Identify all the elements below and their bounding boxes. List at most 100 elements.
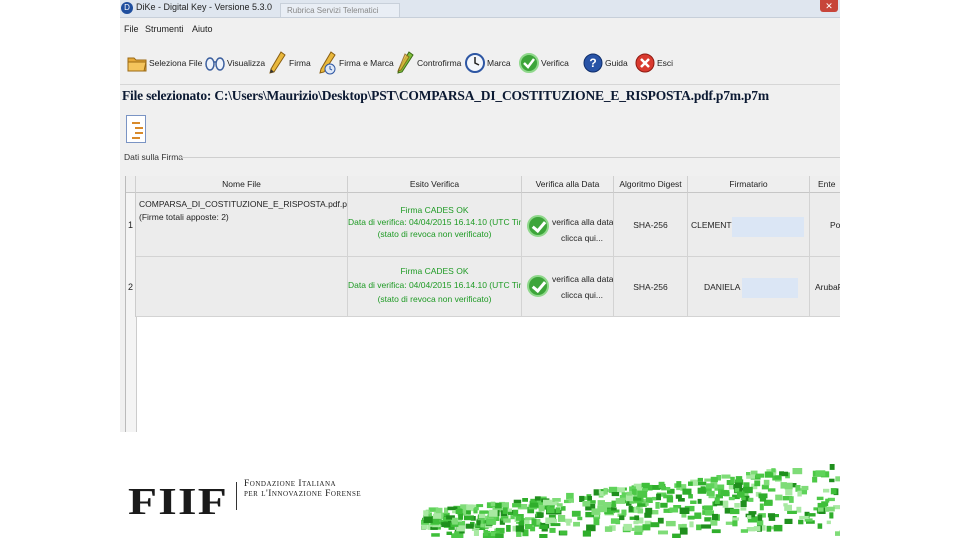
menu-file[interactable]: File	[124, 24, 139, 34]
mosaic-tile	[732, 520, 738, 527]
mosaic-tile	[710, 476, 718, 483]
mosaic-tile	[792, 468, 803, 475]
mosaic-tile	[476, 504, 484, 508]
esci-button[interactable]: Esci	[634, 48, 673, 78]
background-window-tab[interactable]: Rubrica Servizi Telematici	[280, 3, 400, 17]
guida-label: Guida	[605, 58, 628, 68]
header-esito-verifica[interactable]: Esito Verifica	[348, 176, 522, 193]
mosaic-tile	[652, 496, 657, 501]
guida-button[interactable]: ? Guida	[582, 48, 628, 78]
mosaic-tile	[666, 496, 674, 503]
footer-banner: FIIF Fondazione Italiana per l'Innovazio…	[120, 462, 840, 540]
header-nome-file[interactable]: Nome File	[136, 176, 348, 193]
verifica-link[interactable]: clicca qui...	[552, 230, 612, 246]
firma-button[interactable]: Firma	[266, 48, 311, 78]
mosaic-tile	[486, 518, 496, 525]
mosaic-tile	[631, 488, 637, 495]
mosaic-tile	[661, 486, 666, 490]
mosaic-tile	[823, 488, 830, 493]
mosaic-tile	[634, 515, 640, 521]
verifica-button[interactable]: Verifica	[518, 48, 569, 78]
menu-aiuto[interactable]: Aiuto	[192, 24, 213, 34]
header-firmatario[interactable]: Firmatario	[688, 176, 810, 193]
table-cell-firmatario[interactable]: CLEMENTE	[688, 193, 810, 257]
mosaic-tile	[513, 509, 519, 516]
mosaic-tile	[676, 481, 682, 488]
table-cell-verifica-alla-data[interactable]: verifica alla data? clicca qui...	[522, 193, 614, 257]
table-cell-esito-verifica[interactable]: Firma CADES OK Data di verifica: 04/04/2…	[348, 257, 522, 317]
mosaic-tile	[435, 507, 443, 514]
mosaic-tile	[421, 524, 428, 530]
controfirma-button[interactable]: Controfirma	[394, 48, 461, 78]
mosaic-tile	[829, 464, 835, 470]
mosaic-tile	[611, 500, 617, 508]
mosaic-tile	[687, 515, 695, 520]
mosaic-tile	[568, 498, 574, 503]
verifica-link[interactable]: clicca qui...	[552, 287, 612, 303]
seleziona-file-button[interactable]: Seleziona File	[126, 48, 202, 78]
table-cell-nome-file[interactable]: COMPARSA_DI_COSTITUZIONE_E_RISPOSTA.pdf.…	[136, 193, 348, 257]
mosaic-tile	[696, 524, 702, 531]
title-bar: D DiKe - Digital Key - Versione 5.3.0 Ru…	[120, 0, 840, 18]
mosaic-tile	[423, 516, 433, 523]
mosaic-tile	[714, 497, 720, 504]
signature-data-group-label: Dati sulla Firma	[124, 152, 184, 162]
table-cell-esito-verifica[interactable]: Firma CADES OK Data di verifica: 04/04/2…	[348, 193, 522, 257]
file-signature-count: (Firme totali apposte: 2)	[139, 212, 229, 222]
green-mosaic-decoration	[421, 464, 840, 538]
mosaic-tile	[560, 506, 566, 511]
mosaic-tile	[531, 518, 537, 526]
table-cell-digest[interactable]: SHA-256	[614, 193, 688, 257]
mosaic-tile	[756, 520, 764, 526]
mosaic-tile	[675, 494, 682, 499]
mosaic-tile	[835, 531, 840, 536]
mosaic-tile	[747, 515, 752, 519]
mosaic-tile	[774, 475, 782, 479]
firma-e-marca-button[interactable]: Firma e Marca	[316, 48, 394, 78]
mosaic-tile	[628, 505, 633, 512]
mosaic-tile	[515, 525, 525, 533]
table-cell-ente[interactable]: Pos	[810, 193, 840, 257]
visualizza-button[interactable]: Visualizza	[204, 48, 265, 78]
mosaic-tile	[728, 485, 734, 490]
mosaic-tile	[644, 520, 652, 525]
marca-label: Marca	[487, 58, 511, 68]
header-verifica-alla-data[interactable]: Verifica alla Data	[522, 176, 614, 193]
table-cell-firmatario[interactable]: DANIELA	[688, 257, 810, 317]
verifica-question: verifica alla data?	[552, 274, 614, 284]
marca-button[interactable]: Marca	[464, 48, 511, 78]
table-cell-nome-file[interactable]	[136, 257, 348, 317]
firmatario-name: DANIELA	[704, 282, 741, 292]
header-algoritmo-digest[interactable]: Algoritmo Digest	[614, 176, 688, 193]
mosaic-tile	[748, 497, 754, 502]
close-icon[interactable]: ✕	[820, 0, 838, 12]
mosaic-tile	[446, 531, 452, 535]
mosaic-tile	[550, 523, 561, 527]
menu-strumenti[interactable]: Strumenti	[145, 24, 184, 34]
table-cell-verifica-alla-data[interactable]: verifica alla data? clicca qui...	[522, 257, 614, 317]
mosaic-tile	[773, 524, 783, 532]
row-number-header	[126, 176, 136, 193]
table-cell-digest[interactable]: SHA-256	[614, 257, 688, 317]
mosaic-tile	[700, 486, 706, 493]
dike-app-icon: D	[121, 2, 133, 14]
mosaic-tile	[740, 529, 748, 533]
tree-view-icon[interactable]	[126, 115, 146, 143]
mosaic-tile	[577, 516, 583, 521]
mosaic-tile	[787, 510, 797, 514]
mosaic-tile	[503, 518, 511, 523]
mosaic-tile	[522, 498, 528, 502]
mosaic-tile	[746, 472, 751, 476]
firma-label: Firma	[289, 58, 311, 68]
mosaic-tile	[615, 498, 625, 504]
mosaic-tile	[603, 487, 608, 495]
mosaic-tile	[812, 476, 818, 483]
redaction-box	[742, 278, 798, 298]
mosaic-tile	[830, 488, 837, 495]
header-ente[interactable]: Ente	[810, 176, 840, 193]
mosaic-tile	[754, 480, 761, 487]
mosaic-tile	[799, 515, 809, 520]
mosaic-tile	[466, 509, 471, 514]
table-cell-ente[interactable]: ArubaPE	[810, 257, 840, 317]
check-icon	[527, 275, 549, 297]
